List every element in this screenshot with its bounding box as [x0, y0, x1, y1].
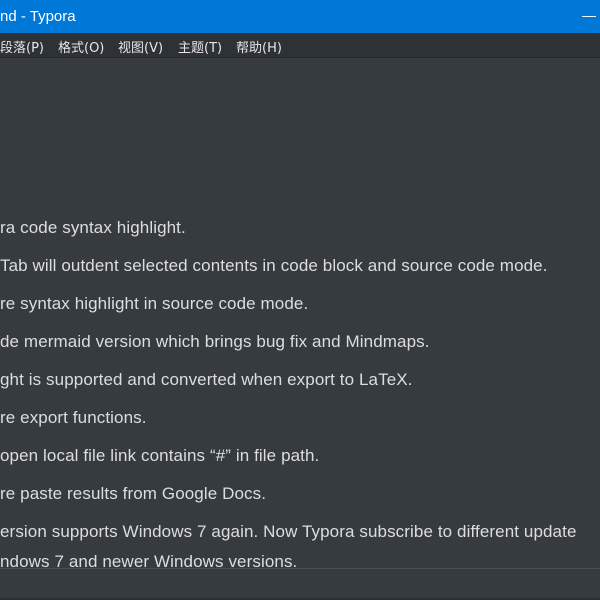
menu-theme[interactable]: 主题(T)	[178, 37, 222, 56]
content-line: re export functions.	[0, 408, 147, 427]
content-line: Tab will outdent selected contents in co…	[0, 256, 548, 275]
menu-paragraph[interactable]: 段落(P)	[0, 37, 44, 56]
content-line: ersion supports Windows 7 again. Now Typ…	[0, 522, 577, 541]
menu-format[interactable]: 格式(O)	[58, 37, 104, 56]
title-bar[interactable]: nd - Typora —	[0, 0, 600, 33]
content-line: re syntax highlight in source code mode.	[0, 294, 309, 313]
content-line: de mermaid version which brings bug fix …	[0, 332, 430, 351]
typora-window: nd - Typora — 段落(P) 格式(O) 视图(V) 主题(T) 帮助…	[0, 0, 600, 600]
content-line: re paste results from Google Docs.	[0, 484, 267, 503]
content-line: ndows 7 and newer Windows versions.	[0, 552, 298, 568]
minimize-button[interactable]: —	[578, 0, 600, 33]
menu-bar: 段落(P) 格式(O) 视图(V) 主题(T) 帮助(H)	[0, 33, 600, 58]
editor-area[interactable]: ra code syntax highlight. Tab will outde…	[0, 58, 600, 568]
content-line: ght is supported and converted when expo…	[0, 370, 413, 389]
menu-view[interactable]: 视图(V)	[118, 37, 163, 56]
content-line: ra code syntax highlight.	[0, 218, 186, 237]
window-title: nd - Typora	[0, 8, 76, 25]
menu-help[interactable]: 帮助(H)	[236, 37, 282, 56]
status-bar	[0, 568, 600, 600]
content-line: open local file link contains “#” in fil…	[0, 446, 320, 465]
